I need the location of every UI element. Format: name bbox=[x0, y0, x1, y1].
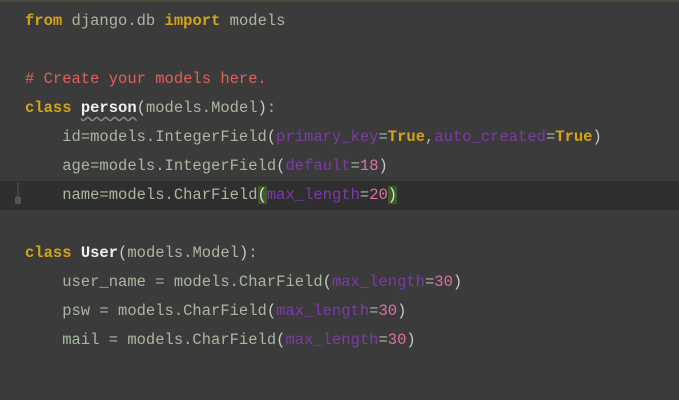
code-token: User bbox=[80, 244, 119, 262]
code-token: ) bbox=[378, 157, 388, 175]
code-line[interactable]: mail = models.CharField(max_length=30) bbox=[0, 326, 679, 355]
code-token: True bbox=[387, 128, 426, 146]
code-token: models bbox=[220, 12, 286, 30]
code-token: id=models.IntegerField bbox=[25, 128, 267, 146]
code-token: default bbox=[285, 157, 351, 175]
code-token: max_length bbox=[285, 331, 379, 349]
code-line-current[interactable]: name=models.CharField(max_length=20) bbox=[0, 181, 679, 210]
code-line[interactable]: from django.db import models bbox=[0, 7, 679, 36]
code-line[interactable] bbox=[0, 36, 679, 65]
code-token: class bbox=[25, 244, 72, 262]
code-token: ) bbox=[397, 302, 407, 320]
code-token: = bbox=[424, 273, 435, 291]
code-token: user_name = models.CharField bbox=[25, 273, 323, 291]
code-token: ( bbox=[322, 273, 332, 291]
code-token: ( bbox=[257, 186, 267, 204]
code-line[interactable]: class person(models.Model): bbox=[0, 94, 679, 123]
code-token: import bbox=[164, 12, 221, 30]
code-token: 30 bbox=[434, 273, 453, 291]
code-token: 30 bbox=[378, 302, 398, 320]
code-token: 30 bbox=[387, 331, 407, 349]
code-token: ) bbox=[257, 99, 267, 117]
code-token: 20 bbox=[369, 186, 388, 204]
code-token: mail = models.CharField bbox=[25, 331, 277, 349]
code-line[interactable]: user_name = models.CharField(max_length=… bbox=[0, 268, 679, 297]
code-token: from bbox=[25, 12, 63, 30]
breakpoint-gutter-icon[interactable] bbox=[14, 182, 22, 206]
code-token: person bbox=[80, 99, 137, 117]
code-token: models.Model bbox=[127, 244, 239, 262]
code-line[interactable] bbox=[0, 210, 679, 239]
code-line[interactable]: class User(models.Model): bbox=[0, 239, 679, 268]
code-token: : bbox=[248, 244, 258, 262]
code-token: ( bbox=[118, 244, 128, 262]
code-token: max_length bbox=[276, 302, 370, 320]
code-line[interactable]: # Create your models here. bbox=[0, 65, 679, 94]
code-token: auto_created bbox=[434, 128, 546, 146]
code-token: age=models.IntegerField bbox=[25, 157, 277, 175]
code-token: ) bbox=[452, 273, 463, 291]
code-token: = bbox=[378, 331, 388, 349]
code-token: ) bbox=[387, 186, 398, 204]
code-token: ) bbox=[592, 128, 602, 146]
code-token: django.db bbox=[62, 12, 165, 30]
code-token: ) bbox=[238, 244, 249, 262]
code-token: # Create your models here. bbox=[25, 70, 267, 88]
code-token: psw = models.CharField bbox=[25, 302, 267, 320]
code-token: ( bbox=[136, 99, 146, 117]
code-token: = bbox=[350, 157, 360, 175]
code-line[interactable]: psw = models.CharField(max_length=30) bbox=[0, 297, 679, 326]
code-token: ( bbox=[266, 302, 277, 320]
code-token: models.Model bbox=[145, 99, 258, 117]
code-token: : bbox=[266, 99, 277, 117]
code-line[interactable]: id=models.IntegerField(primary_key=True,… bbox=[0, 123, 679, 152]
code-token: 18 bbox=[359, 157, 379, 175]
code-token: ) bbox=[406, 331, 416, 349]
code-token: = bbox=[378, 128, 388, 146]
code-token: max_length bbox=[331, 273, 425, 291]
code-token: class bbox=[25, 99, 72, 117]
code-token: , bbox=[425, 128, 435, 146]
code-editor[interactable]: mail = models.CharField(max_length=30) p… bbox=[0, 0, 679, 400]
code-token: primary_key bbox=[276, 128, 379, 146]
code-token: name=models.CharField bbox=[25, 186, 258, 204]
code-token: = bbox=[359, 186, 370, 204]
code-token: max_length bbox=[266, 186, 360, 204]
code-line[interactable]: age=models.IntegerField(default=18) bbox=[0, 152, 679, 181]
code-token: = bbox=[545, 128, 556, 146]
code-token: ( bbox=[266, 128, 277, 146]
code-token: True bbox=[555, 128, 593, 146]
